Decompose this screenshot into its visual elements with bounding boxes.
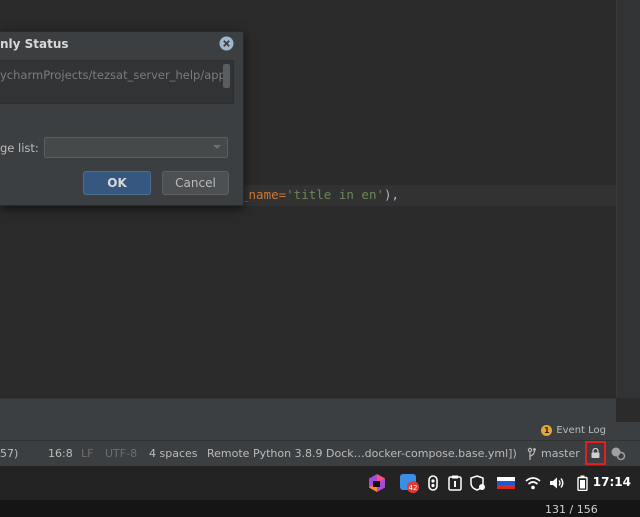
inspection-icon[interactable]: [609, 446, 627, 462]
page-number: 131 / 156: [545, 503, 598, 516]
russian-flag-icon[interactable]: [495, 466, 517, 500]
status-partial: 57): [0, 447, 19, 460]
code-keyword: _name=: [241, 187, 287, 202]
status-bar: 57) 16:8 LF UTF-8 4 spaces Remote Python…: [0, 440, 640, 467]
system-taskbar: 42 17:14: [0, 466, 640, 500]
event-log-bar: 1 Event Log: [0, 422, 640, 440]
jetbrains-toolbox-icon[interactable]: [366, 466, 388, 500]
lock-icon: [591, 448, 600, 458]
wifi-icon[interactable]: [523, 466, 543, 500]
caret-position[interactable]: 16:8: [48, 447, 73, 460]
clear-read-only-status-dialog: nly Status ycharmProjects/tezsat_server_…: [0, 31, 244, 206]
git-branch[interactable]: master: [541, 447, 580, 460]
tool-window-strip: [0, 398, 616, 423]
close-icon[interactable]: [219, 36, 234, 51]
page-indicator-bar: 131 / 156: [0, 500, 640, 517]
dialog-title: nly Status: [0, 37, 69, 51]
dropbox-icon[interactable]: [426, 466, 440, 500]
file-path[interactable]: ycharmProjects/tezsat_server_help/app: [0, 68, 226, 82]
volume-icon[interactable]: [547, 466, 567, 500]
indent-setting[interactable]: 4 spaces: [149, 447, 198, 460]
read-only-toggle[interactable]: [585, 441, 606, 465]
event-log-button[interactable]: 1 Event Log: [541, 425, 606, 436]
line-separator[interactable]: LF: [81, 447, 93, 460]
python-interpreter[interactable]: Remote Python 3.8.9 Dock…docker-compose.…: [207, 447, 517, 460]
changelist-select[interactable]: [44, 137, 228, 158]
event-log-label: Event Log: [556, 425, 606, 436]
file-encoding[interactable]: UTF-8: [105, 447, 137, 460]
notification-count: 42: [409, 484, 418, 492]
shield-icon[interactable]: [468, 466, 488, 500]
battery-icon[interactable]: [574, 466, 590, 500]
chevron-down-icon: [213, 145, 221, 149]
file-path-list[interactable]: ycharmProjects/tezsat_server_help/app: [0, 60, 234, 104]
code-punct: ),: [384, 187, 400, 202]
clipboard-icon[interactable]: [446, 466, 464, 500]
ok-button[interactable]: OK: [83, 171, 151, 195]
code-string: 'title in en': [286, 187, 384, 202]
cancel-button[interactable]: Cancel: [162, 171, 229, 195]
editor-scrollbar[interactable]: [616, 0, 640, 398]
list-scrollbar[interactable]: [223, 64, 230, 88]
code-line[interactable]: _name='title in en'),: [241, 187, 399, 202]
dialog-title-bar[interactable]: nly Status: [0, 32, 243, 56]
app-icon[interactable]: 42: [398, 466, 420, 500]
git-branch-icon: [527, 447, 536, 460]
changelist-label: ge list:: [0, 141, 39, 155]
system-clock[interactable]: 17:14: [593, 475, 631, 489]
event-log-badge: 1: [541, 425, 553, 436]
